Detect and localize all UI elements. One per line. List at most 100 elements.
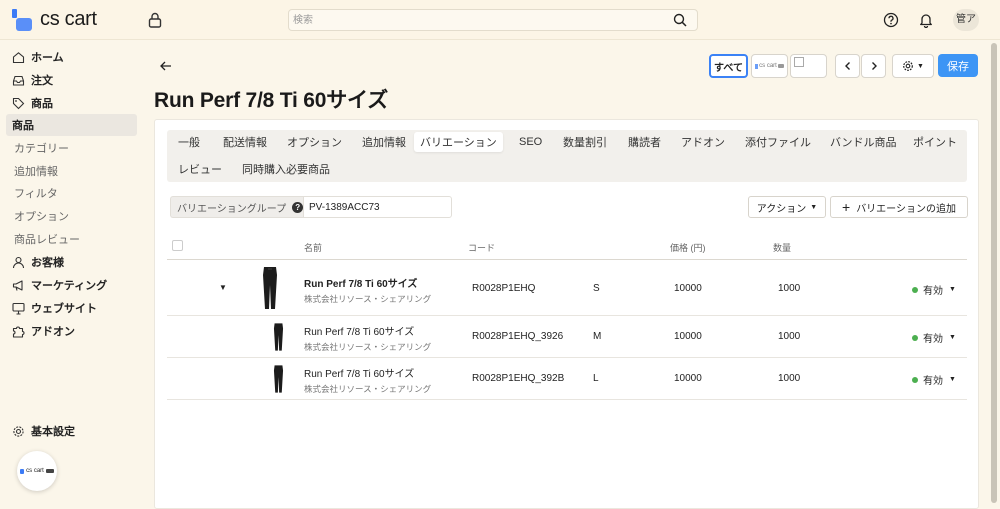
inbox-icon [12, 75, 25, 86]
store-button[interactable]: cs cart [751, 54, 788, 78]
product-name-link[interactable]: Run Perf 7/8 Ti 60サイズ [304, 275, 431, 290]
status-dropdown[interactable]: 有効 ▼ [912, 330, 956, 345]
status-dropdown[interactable]: 有効 ▼ [912, 372, 956, 387]
plus-icon: + [842, 199, 851, 215]
sidebar-item-label: ウェブサイト [31, 303, 97, 315]
status-dot-icon [912, 376, 918, 383]
monitor-icon [12, 302, 25, 315]
sidebar-item-product-reviews[interactable]: 商品レビュー [6, 228, 137, 250]
variant-size: M [593, 331, 602, 342]
tab-quantity-discounts[interactable]: 数量割引 [557, 132, 613, 152]
search-icon[interactable] [673, 13, 687, 27]
all-stores-button[interactable]: すべて [709, 54, 748, 78]
tab-subscribers[interactable]: 購読者 [622, 132, 667, 152]
chevron-left-icon [844, 62, 850, 70]
table-header: 名前 コード 価格 (円) 数量 [167, 234, 967, 260]
sidebar-item-label: 基本設定 [31, 426, 75, 438]
store-logo: cs cart [755, 63, 784, 69]
settings-dropdown-button[interactable]: ▼ [892, 54, 934, 78]
page-scrollbar[interactable] [990, 41, 998, 509]
product-code: R0028P1EHQ_3926 [472, 331, 564, 342]
sidebar-item-label: カテゴリー [14, 143, 69, 155]
tab-points[interactable]: ポイント [907, 132, 963, 152]
logo-mark-icon [12, 8, 34, 31]
vendor-name: 株式会社リソース・シェアリング [304, 342, 432, 352]
lock-icon[interactable] [148, 12, 162, 28]
caret-down-icon: ▼ [810, 203, 818, 211]
sidebar-item-addons[interactable]: アドオン [6, 320, 137, 342]
tab-general[interactable]: 一般 [172, 132, 206, 152]
previous-button[interactable] [835, 54, 860, 78]
sidebar-item-label: フィルタ [14, 188, 58, 200]
vendor-name: 株式会社リソース・シェアリング [304, 294, 432, 304]
product-name-link[interactable]: Run Perf 7/8 Ti 60サイズ [304, 323, 431, 338]
sidebar-item-options[interactable]: オプション [6, 205, 137, 227]
select-all-checkbox[interactable] [172, 240, 183, 251]
product-code: R0028P1EHQ_392B [472, 373, 565, 384]
caret-down-icon: ▼ [917, 62, 924, 70]
column-price[interactable]: 価格 (円) [670, 241, 706, 254]
sidebar-item-label: 商品レビュー [14, 234, 80, 246]
tab-required-products[interactable]: 同時購入必要商品 [236, 159, 336, 179]
floating-store-button[interactable]: cs cart [17, 451, 57, 491]
expand-caret-icon[interactable]: ▼ [219, 283, 227, 292]
tab-variations[interactable]: バリエーション [414, 132, 503, 152]
add-variation-button[interactable]: + バリエーションの追加 [830, 196, 968, 218]
tab-shipping[interactable]: 配送情報 [217, 132, 273, 152]
avatar[interactable]: 管ア [953, 9, 979, 31]
variation-group-code-field[interactable] [303, 196, 452, 218]
scrollbar-thumb[interactable] [991, 43, 997, 503]
tab-options[interactable]: オプション [281, 132, 348, 152]
back-arrow-icon[interactable] [158, 58, 174, 74]
product-price: 10000 [674, 331, 702, 342]
save-button[interactable]: 保存 [938, 54, 978, 77]
product-quantity: 1000 [778, 331, 801, 342]
tab-reviews[interactable]: レビュー [172, 159, 228, 179]
column-code[interactable]: コード [468, 241, 495, 254]
status-dropdown[interactable]: 有効 ▼ [912, 282, 956, 297]
sidebar-item-products[interactable]: 商品 [6, 92, 137, 114]
product-name-cell: Run Perf 7/8 Ti 60サイズ 株式会社リソース・シェアリング [304, 275, 431, 305]
help-icon[interactable]: ? [292, 201, 304, 213]
sidebar-item-marketing[interactable]: マーケティング [6, 274, 137, 296]
sidebar-item-website[interactable]: ウェブサイト [6, 297, 137, 319]
mini-logo-text: cs cart [26, 468, 44, 474]
sidebar-item-filters[interactable]: フィルタ [6, 182, 137, 204]
product-thumbnail[interactable] [272, 322, 285, 352]
help-icon[interactable] [883, 12, 899, 28]
column-name[interactable]: 名前 [304, 241, 322, 254]
search-input[interactable] [289, 10, 659, 30]
sidebar-item-orders[interactable]: 注文 [6, 69, 137, 91]
status-dot-icon [912, 286, 918, 293]
tab-bundles[interactable]: バンドル商品 [824, 132, 903, 152]
store-button-2[interactable] [790, 54, 827, 78]
tab-addons[interactable]: アドオン [675, 132, 731, 152]
column-quantity[interactable]: 数量 [773, 241, 791, 254]
sidebar-item-label: 商品 [31, 98, 53, 110]
sidebar-item-home[interactable]: ホーム [6, 46, 137, 68]
next-button[interactable] [861, 54, 886, 78]
tab-attachments[interactable]: 添付ファイル [739, 132, 817, 152]
sidebar-item-settings[interactable]: 基本設定 [12, 423, 75, 439]
sidebar-item-products-list[interactable]: 商品 [6, 114, 137, 136]
tag-icon [12, 97, 25, 109]
tab-seo[interactable]: SEO [513, 132, 548, 152]
status-label: 有効 [923, 376, 943, 387]
table-row: Run Perf 7/8 Ti 60サイズ 株式会社リソース・シェアリング R0… [167, 359, 967, 400]
sidebar-item-customers[interactable]: お客様 [6, 251, 137, 273]
actions-dropdown-button[interactable]: アクション ▼ [748, 196, 826, 218]
status-dot-icon [912, 334, 918, 341]
bell-icon[interactable] [919, 12, 933, 28]
product-name-link[interactable]: Run Perf 7/8 Ti 60サイズ [304, 365, 431, 380]
sidebar-item-categories[interactable]: カテゴリー [6, 137, 137, 159]
sidebar-item-label: 注文 [31, 75, 53, 87]
cs-cart-logo[interactable]: cs cart [12, 8, 97, 31]
sidebar-item-features[interactable]: 追加情報 [6, 160, 137, 182]
status-label: 有効 [923, 334, 943, 345]
caret-down-icon: ▼ [949, 334, 956, 341]
product-thumbnail[interactable] [260, 266, 280, 310]
product-thumbnail[interactable] [272, 364, 285, 394]
chevron-right-icon [871, 62, 877, 70]
tab-features[interactable]: 追加情報 [356, 132, 412, 152]
sidebar-item-label: ホーム [31, 52, 64, 64]
